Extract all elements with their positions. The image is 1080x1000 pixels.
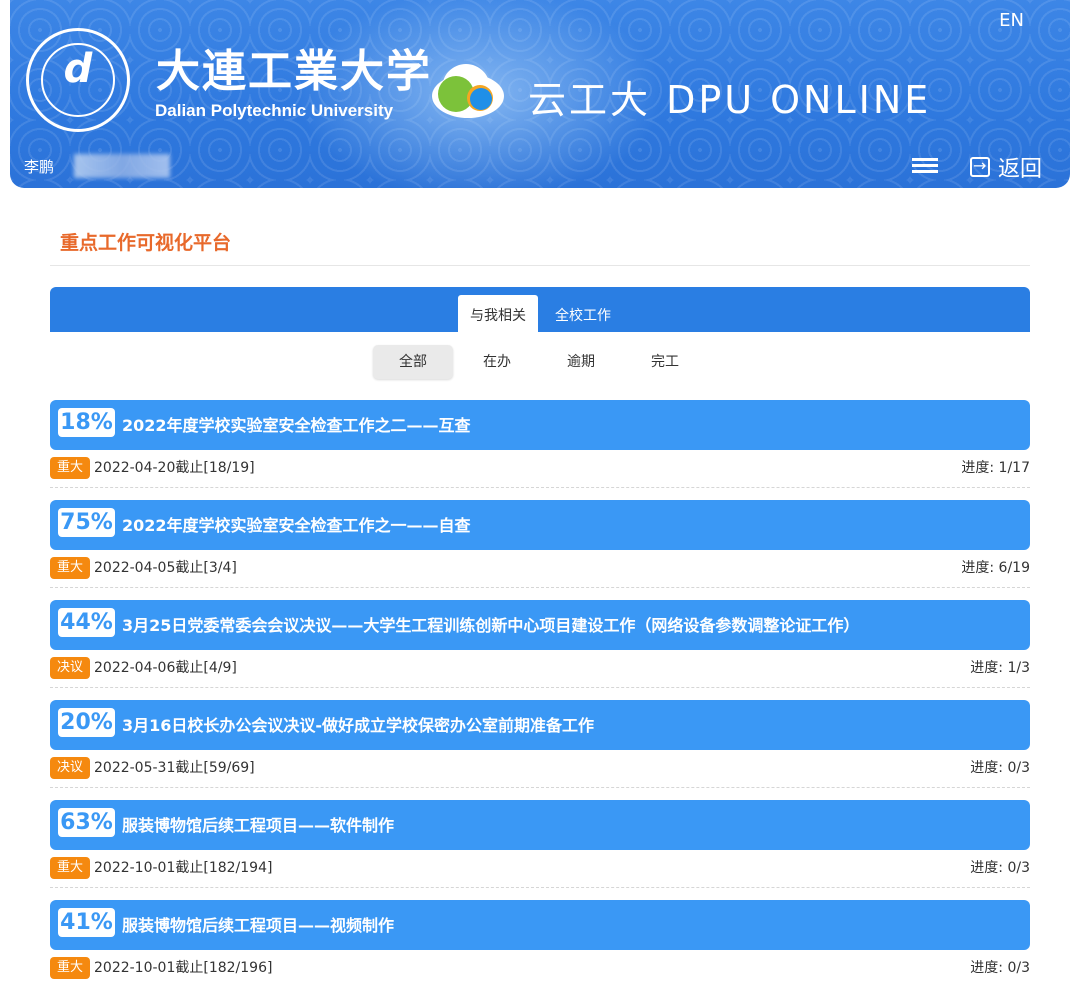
- task-percent: 41%: [58, 908, 115, 937]
- platform-name: 云工大 DPU ONLINE: [528, 78, 932, 122]
- cloud-logo-icon: [432, 64, 504, 118]
- task-deadline: 2022-04-06截止[4/9]: [94, 660, 237, 676]
- task-deadline: 2022-10-01截止[182/194]: [94, 860, 273, 876]
- task-progress: 进度: 0/3: [970, 760, 1030, 776]
- filter-completed[interactable]: 完工: [625, 345, 705, 379]
- task-title: 2022年度学校实验室安全检查工作之二——互查: [122, 416, 471, 435]
- user-name: 李鹏: [24, 158, 55, 176]
- page-title: 重点工作可视化平台: [60, 232, 232, 254]
- task-title: 3月25日党委常委会会议决议——大学生工程训练创新中心项目建设工作（网络设备参数…: [122, 616, 860, 635]
- task-item: 75% 2022年度学校实验室安全检查工作之一——自查 重大 2022-04-0…: [50, 500, 1030, 600]
- task-type-badge: 重大: [50, 557, 90, 579]
- task-item: 20% 3月16日校长办公会议决议-做好成立学校保密办公室前期准备工作 决议 2…: [50, 700, 1030, 800]
- back-button[interactable]: 返回: [970, 153, 1043, 182]
- task-deadline: 2022-04-05截止[3/4]: [94, 560, 237, 576]
- header-banner: EN d 大連工業大学 Dalian Polytechnic Universit…: [10, 0, 1070, 188]
- task-progress: 进度: 0/3: [970, 860, 1030, 876]
- task-item: 44% 3月25日党委常委会会议决议——大学生工程训练创新中心项目建设工作（网络…: [50, 600, 1030, 700]
- university-seal-logo: d: [26, 28, 130, 132]
- task-item: 63% 服装博物馆后续工程项目——软件制作 重大 2022-10-01截止[18…: [50, 800, 1030, 900]
- task-percent: 75%: [58, 508, 115, 537]
- divider: [50, 687, 1030, 688]
- university-name-en: Dalian Polytechnic University: [155, 101, 394, 120]
- menu-icon[interactable]: [912, 158, 938, 173]
- university-name-cn: 大連工業大学: [156, 46, 432, 97]
- tab-bar: 与我相关 全校工作: [50, 287, 1030, 332]
- divider: [50, 787, 1030, 788]
- task-percent: 18%: [58, 408, 115, 437]
- task-type-badge: 重大: [50, 857, 90, 879]
- task-percent: 63%: [58, 808, 115, 837]
- task-progress: 进度: 1/3: [970, 660, 1030, 676]
- task-deadline: 2022-05-31截止[59/69]: [94, 760, 255, 776]
- task-deadline: 2022-04-20截止[18/19]: [94, 460, 255, 476]
- task-header[interactable]: 18% 2022年度学校实验室安全检查工作之二——互查: [50, 400, 1030, 450]
- task-title: 3月16日校长办公会议决议-做好成立学校保密办公室前期准备工作: [122, 716, 595, 735]
- task-title: 服装博物馆后续工程项目——软件制作: [122, 816, 395, 835]
- status-filter-group: 全部 在办 逾期 完工: [373, 345, 709, 379]
- task-progress: 进度: 0/3: [970, 960, 1030, 976]
- divider: [50, 487, 1030, 488]
- task-percent: 20%: [58, 708, 115, 737]
- task-header[interactable]: 75% 2022年度学校实验室安全检查工作之一——自查: [50, 500, 1030, 550]
- task-title: 服装博物馆后续工程项目——视频制作: [122, 916, 395, 935]
- task-deadline: 2022-10-01截止[182/196]: [94, 960, 273, 976]
- task-type-badge: 重大: [50, 457, 90, 479]
- task-header[interactable]: 44% 3月25日党委常委会会议决议——大学生工程训练创新中心项目建设工作（网络…: [50, 600, 1030, 650]
- task-item: 18% 2022年度学校实验室安全检查工作之二——互查 重大 2022-04-2…: [50, 400, 1030, 500]
- back-label: 返回: [998, 157, 1043, 182]
- divider: [50, 887, 1030, 888]
- task-title: 2022年度学校实验室安全检查工作之一——自查: [122, 516, 471, 535]
- language-toggle[interactable]: EN: [999, 10, 1024, 31]
- tab-all-school-work[interactable]: 全校工作: [543, 295, 623, 332]
- back-icon: [970, 156, 990, 177]
- task-type-badge: 重大: [50, 957, 90, 979]
- task-percent: 44%: [58, 608, 115, 637]
- task-header[interactable]: 41% 服装博物馆后续工程项目——视频制作: [50, 900, 1030, 950]
- filter-all[interactable]: 全部: [373, 345, 453, 379]
- task-type-badge: 决议: [50, 657, 90, 679]
- task-header[interactable]: 20% 3月16日校长办公会议决议-做好成立学校保密办公室前期准备工作: [50, 700, 1030, 750]
- filter-overdue[interactable]: 逾期: [541, 345, 621, 379]
- tab-related-to-me[interactable]: 与我相关: [458, 295, 538, 332]
- redacted-user-id: [74, 154, 170, 178]
- task-type-badge: 决议: [50, 757, 90, 779]
- task-progress: 进度: 6/19: [961, 560, 1030, 576]
- task-header[interactable]: 63% 服装博物馆后续工程项目——软件制作: [50, 800, 1030, 850]
- task-progress: 进度: 1/17: [961, 460, 1030, 476]
- task-item: 41% 服装博物馆后续工程项目——视频制作 重大 2022-10-01截止[18…: [50, 900, 1030, 1000]
- divider: [50, 265, 1030, 266]
- divider: [50, 587, 1030, 588]
- filter-in-progress[interactable]: 在办: [457, 345, 537, 379]
